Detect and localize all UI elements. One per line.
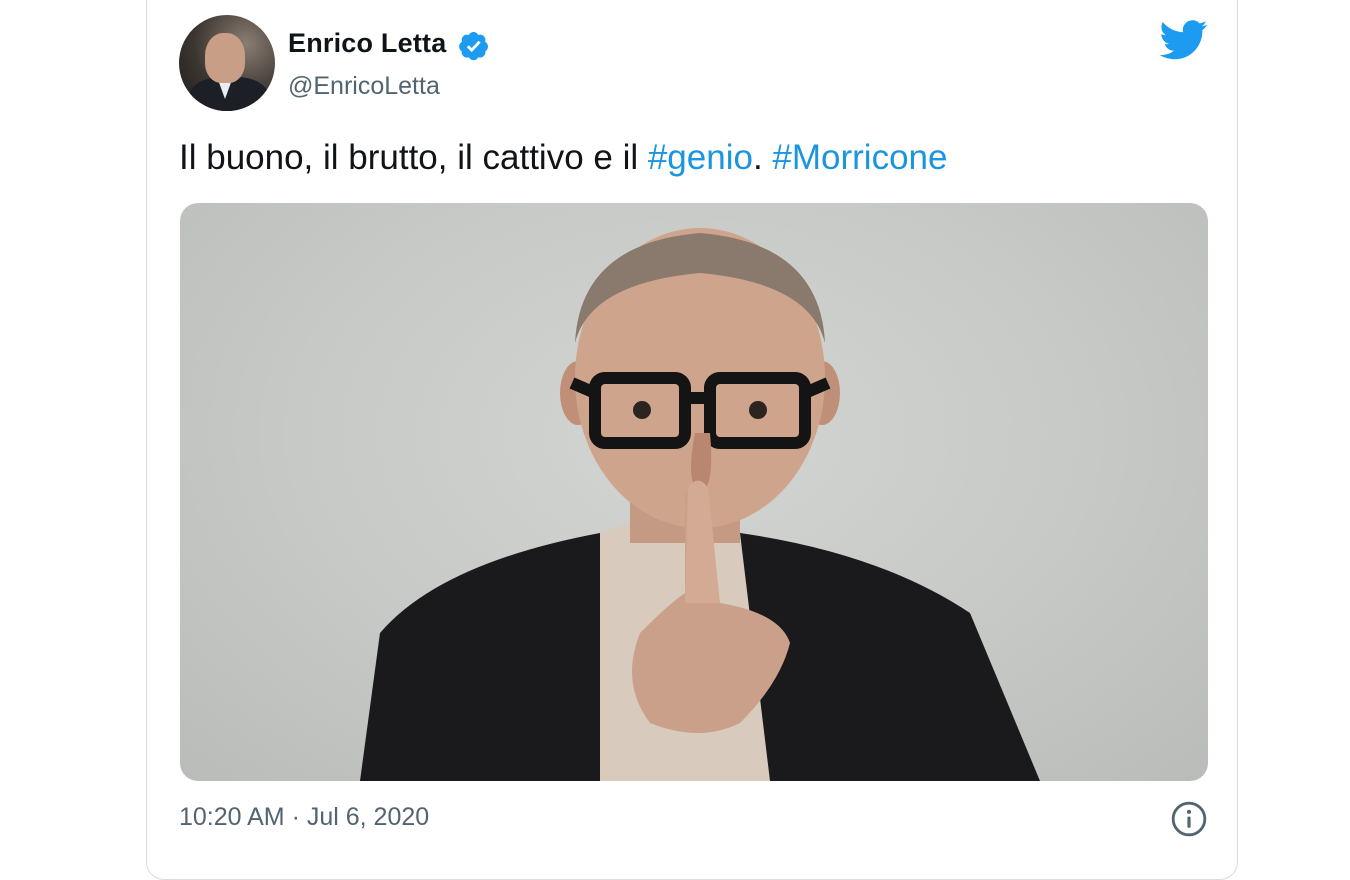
twitter-bird-icon[interactable]	[1160, 20, 1208, 60]
timestamp-date: Jul 6, 2020	[306, 803, 430, 831]
timestamp-time: 10:20 AM	[179, 803, 285, 831]
hashtag-morricone[interactable]: #Morricone	[772, 138, 947, 177]
right-eye	[749, 401, 767, 419]
author-avatar[interactable]	[179, 15, 275, 111]
tweet-text-plain: Il buono, il brutto, il cattivo e il	[179, 138, 648, 177]
timestamp-dot: ·	[284, 803, 307, 831]
left-eye	[633, 401, 651, 419]
tweet-text-separator: .	[752, 138, 773, 177]
author-display-name[interactable]: Enrico Letta	[288, 28, 446, 59]
portrait-illustration	[360, 228, 1040, 781]
author-handle[interactable]: @EnricoLetta	[288, 72, 440, 101]
tweet-timestamp[interactable]: 10:20 AM · Jul 6, 2020	[179, 803, 429, 832]
tweet-media-photo[interactable]	[180, 203, 1208, 781]
avatar-face	[205, 33, 245, 83]
hashtag-genio[interactable]: #genio	[648, 138, 753, 177]
info-icon[interactable]	[1170, 800, 1208, 838]
verified-badge-icon	[459, 32, 488, 61]
tweet-text: Il buono, il brutto, il cattivo e il #ge…	[179, 138, 947, 178]
